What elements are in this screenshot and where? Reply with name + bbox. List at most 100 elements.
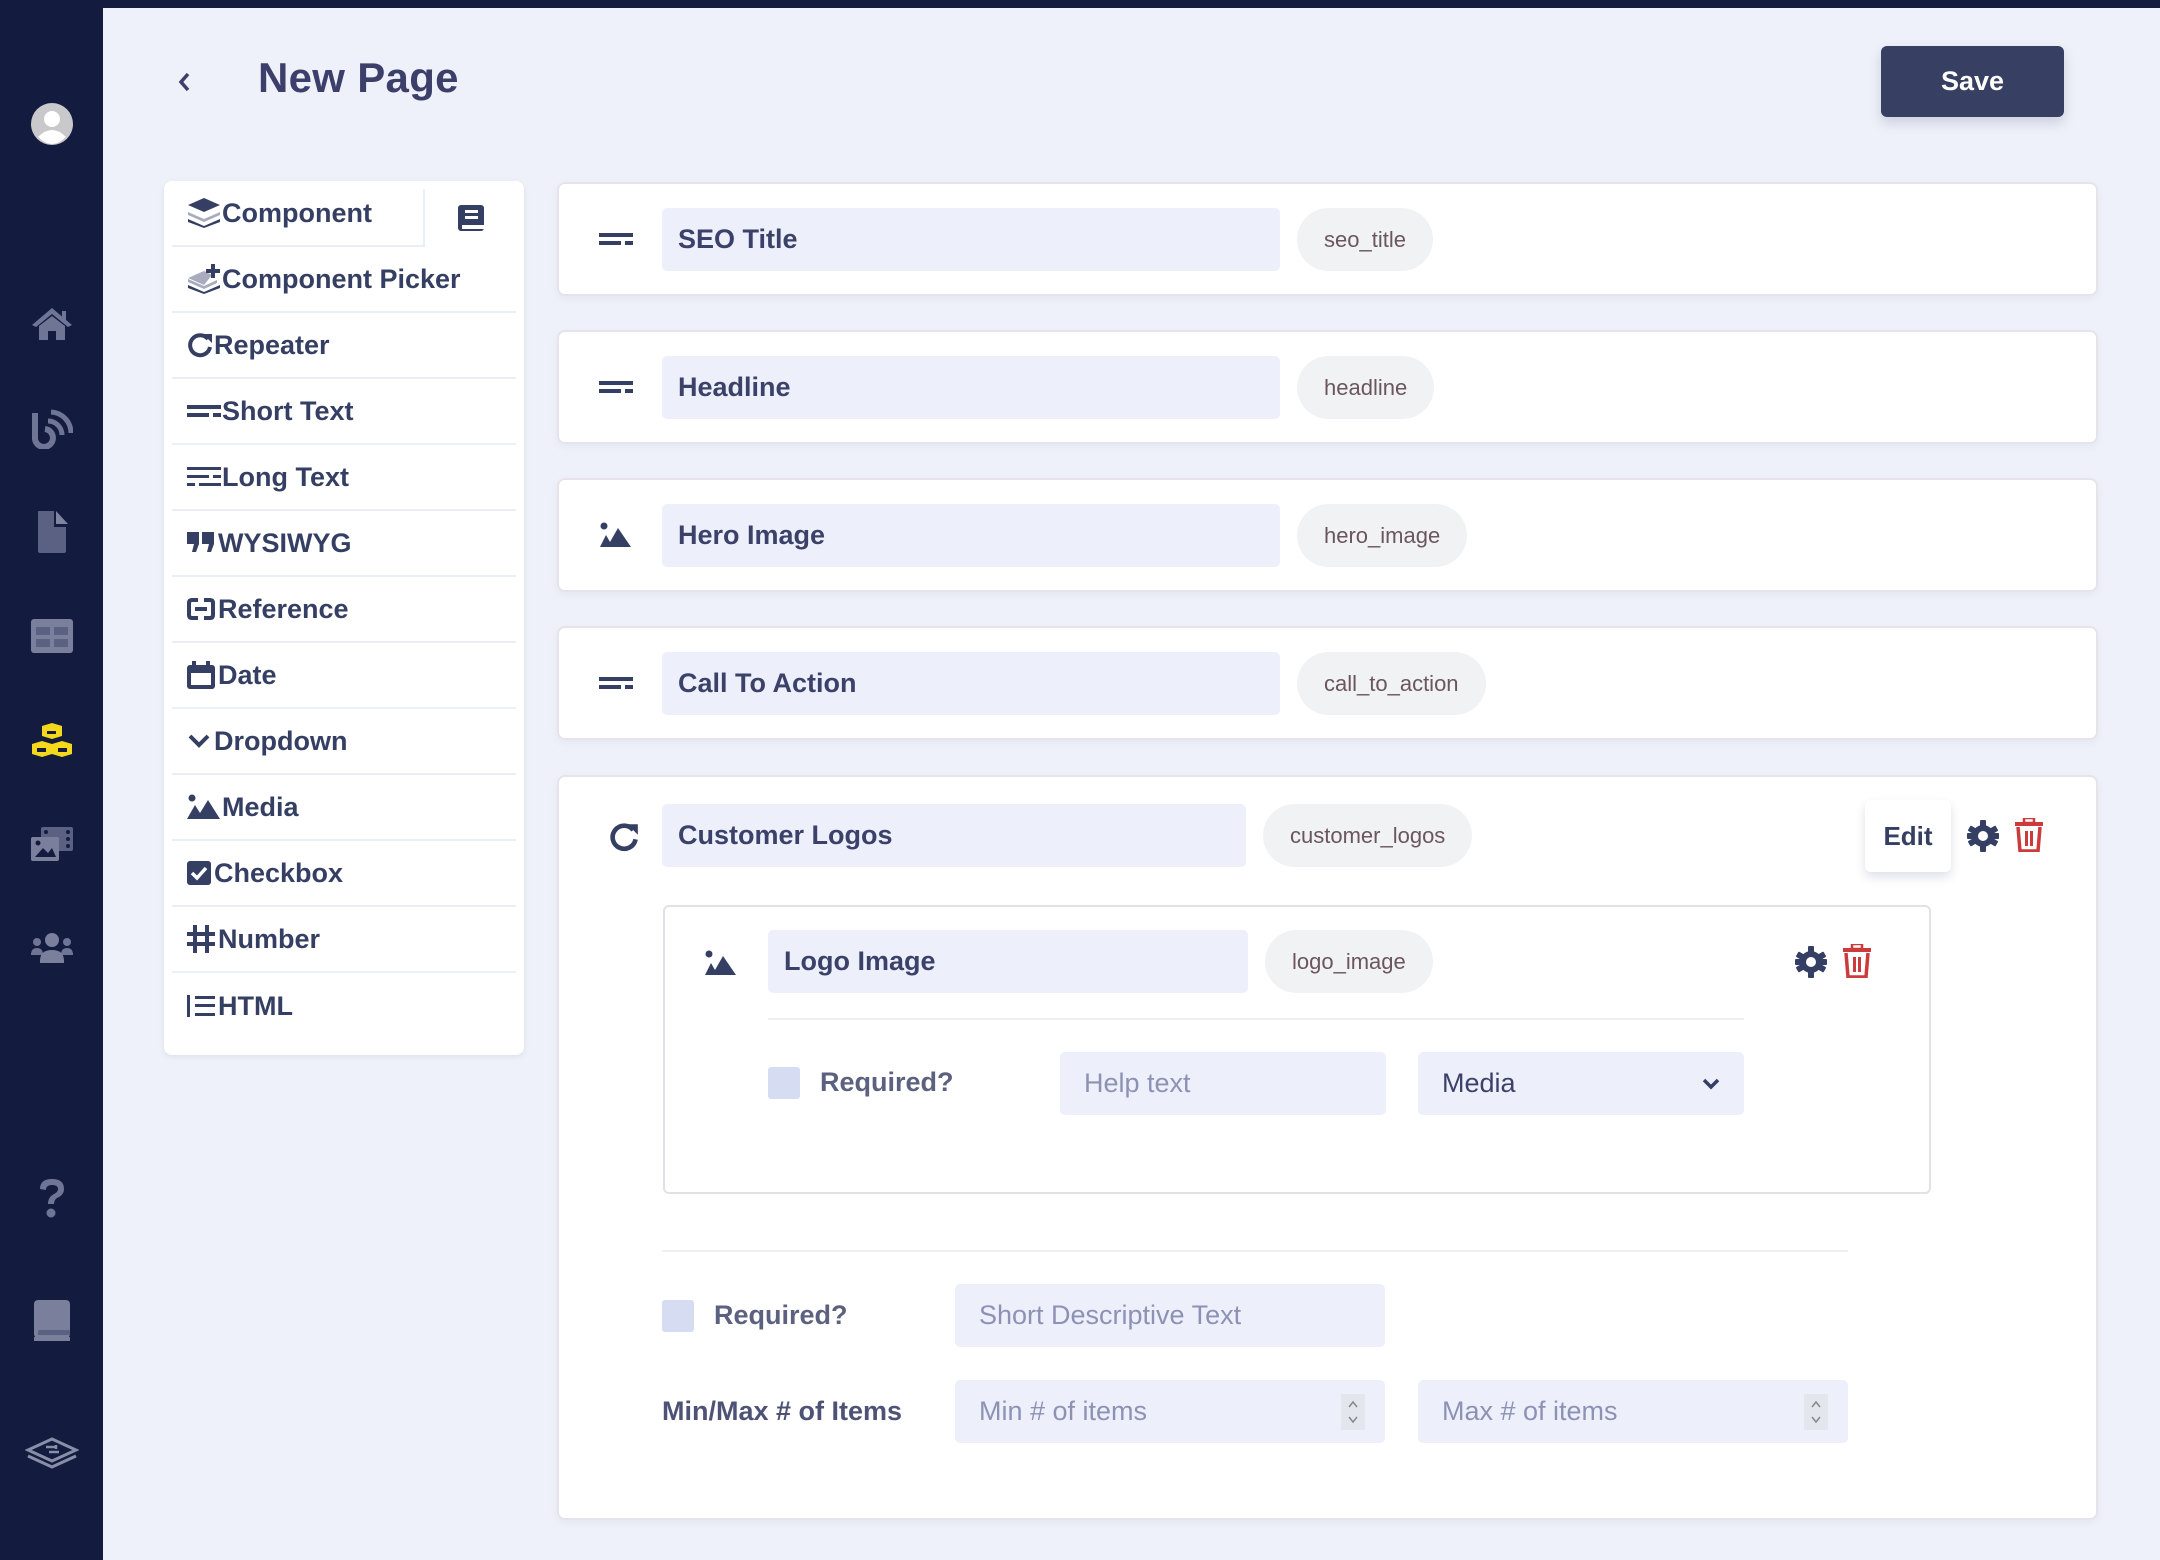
panel-item-label: Long Text <box>222 461 349 492</box>
panel-item-repeater[interactable]: Repeater <box>172 313 516 379</box>
image-icon <box>172 794 222 820</box>
sidebar-item-blog[interactable] <box>0 398 103 458</box>
chevron-down-icon <box>1702 1078 1720 1089</box>
max-items-field <box>1418 1380 1848 1443</box>
edit-button[interactable]: Edit <box>1865 800 1951 872</box>
field-label-input[interactable] <box>662 356 1280 419</box>
sidebar-item-avatar[interactable] <box>0 94 103 154</box>
image-icon[interactable] <box>596 515 636 555</box>
sidebar-item-help[interactable] <box>0 1168 103 1228</box>
nested-required-checkbox[interactable] <box>768 1067 800 1099</box>
panel-item-label: WYSIWYG <box>218 527 352 558</box>
top-strip <box>0 0 2160 8</box>
sidebar-item-media[interactable] <box>0 814 103 874</box>
stepper-arrows-icon <box>1348 1400 1358 1424</box>
type-select[interactable]: Media <box>1418 1052 1744 1115</box>
min-items-input[interactable] <box>955 1380 1385 1443</box>
settings-button[interactable] <box>1965 816 2001 856</box>
calendar-icon <box>172 661 218 689</box>
help-text-input[interactable] <box>1060 1052 1386 1115</box>
description-input[interactable] <box>955 1284 1385 1347</box>
back-button[interactable] <box>164 62 204 102</box>
panel-item-component[interactable]: Component <box>172 181 423 247</box>
field-card-headline: headline <box>557 330 2098 444</box>
panel-item-short-text[interactable]: Short Text <box>172 379 516 445</box>
book-icon <box>33 1300 70 1341</box>
panel-item-label: Repeater <box>214 329 330 360</box>
type-select-value: Media <box>1442 1068 1516 1098</box>
panel-item-number[interactable]: Number <box>172 907 516 973</box>
panel-item-label: Date <box>218 659 277 690</box>
save-button[interactable]: Save <box>1881 46 2064 117</box>
field-label-input[interactable] <box>662 652 1280 715</box>
layers-icon <box>172 198 222 228</box>
panel-item-wysiwyg[interactable]: WYSIWYG <box>172 511 516 577</box>
panel-item-long-text[interactable]: Long Text <box>172 445 516 511</box>
sidebar-item-docs[interactable] <box>0 1291 103 1351</box>
short-text-icon[interactable] <box>596 367 636 407</box>
logo-icon <box>24 1437 79 1469</box>
repeat-icon[interactable] <box>604 817 644 857</box>
sidebar-item-users[interactable] <box>0 918 103 978</box>
panel-item-label: HTML <box>218 990 293 1021</box>
nested-field-logo-image: logo_image Required? Media <box>663 905 1931 1194</box>
field-card-hero-image: hero_image <box>557 478 2098 592</box>
book-icon <box>458 205 484 231</box>
gear-icon <box>1967 820 1999 852</box>
sidebar-item-home[interactable] <box>0 294 103 354</box>
blog-feed-icon <box>31 409 73 449</box>
panel-item-checkbox[interactable]: Checkbox <box>172 841 516 907</box>
nested-divider <box>768 1018 1744 1020</box>
nested-settings-button[interactable] <box>1793 942 1829 982</box>
gear-icon <box>1795 946 1827 978</box>
panel-item-html[interactable]: HTML <box>172 973 516 1039</box>
component-panel: Component Component Picker Repeater Shor… <box>164 181 524 1055</box>
image-icon[interactable] <box>701 943 741 983</box>
minmax-label: Min/Max # of Items <box>662 1396 903 1426</box>
field-label-input[interactable] <box>662 208 1280 271</box>
panel-item-component-picker[interactable]: Component Picker <box>172 247 516 313</box>
panel-item-date[interactable]: Date <box>172 643 516 709</box>
panel-item-dropdown[interactable]: Dropdown <box>172 709 516 775</box>
layers-plus-icon <box>172 264 222 294</box>
user-avatar-icon <box>30 103 73 145</box>
nested-key-pill: logo_image <box>1265 930 1433 993</box>
field-card-call-to-action: call_to_action <box>557 626 2098 740</box>
field-key-pill: call_to_action <box>1297 652 1486 715</box>
cubes-icon <box>31 723 72 757</box>
field-key-pill: headline <box>1297 356 1435 419</box>
field-label-input[interactable] <box>662 504 1280 567</box>
panel-item-label: Media <box>222 791 299 822</box>
docs-button[interactable] <box>446 199 496 239</box>
delete-button[interactable] <box>2011 815 2047 855</box>
repeater-key-pill: customer_logos <box>1263 804 1473 867</box>
short-text-icon[interactable] <box>596 663 636 703</box>
min-items-stepper[interactable] <box>1341 1394 1365 1430</box>
chevron-down-icon <box>172 733 214 749</box>
panel-item-label: Component Picker <box>222 263 461 294</box>
trash-icon <box>1843 944 1871 978</box>
panel-item-reference[interactable]: Reference <box>172 577 516 643</box>
panel-item-label: Checkbox <box>214 857 344 888</box>
max-items-input[interactable] <box>1418 1380 1848 1443</box>
repeater-label-input[interactable] <box>662 804 1246 867</box>
panel-item-media[interactable]: Media <box>172 775 516 841</box>
sidebar-item-layouts[interactable] <box>0 606 103 666</box>
nested-label-input[interactable] <box>768 930 1248 993</box>
short-text-icon[interactable] <box>596 219 636 259</box>
field-key-pill: hero_image <box>1297 504 1468 567</box>
panel-item-label: Short Text <box>222 395 354 426</box>
panel-item-label: Component <box>222 197 372 228</box>
max-items-stepper[interactable] <box>1804 1394 1828 1430</box>
sidebar-item-components[interactable] <box>0 710 103 770</box>
long-text-icon <box>172 466 222 488</box>
field-card-customer-logos: customer_logos Edit logo_image Required?… <box>557 775 2098 1520</box>
repeater-required-checkbox[interactable] <box>662 1300 694 1332</box>
sidebar-item-brand[interactable] <box>0 1424 103 1484</box>
sidebar <box>0 0 103 1560</box>
sidebar-item-pages[interactable] <box>0 502 103 562</box>
panel-item-label: Dropdown <box>214 725 348 756</box>
link-icon <box>172 598 218 620</box>
nested-delete-button[interactable] <box>1839 941 1875 981</box>
repeater-required-label: Required? <box>714 1300 848 1330</box>
